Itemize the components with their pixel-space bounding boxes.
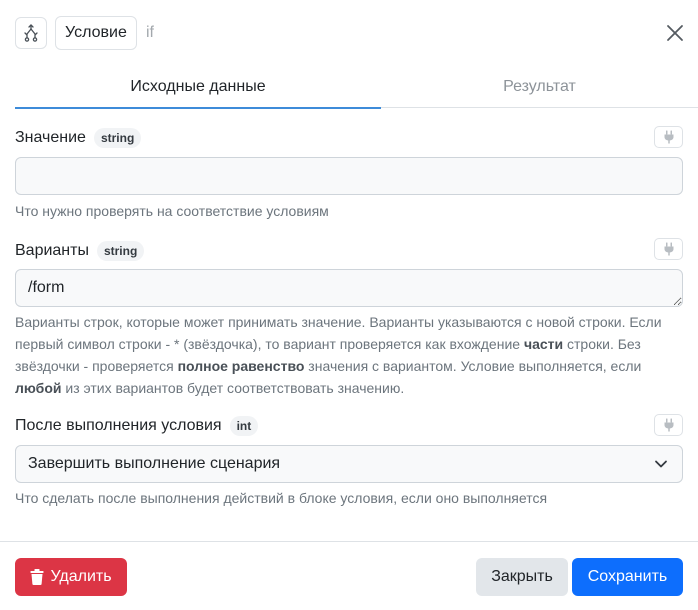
chevron-down-icon	[655, 460, 667, 468]
footer-divider	[0, 541, 698, 542]
value-field-label: Значение string	[15, 128, 142, 148]
plug-icon[interactable]	[654, 414, 683, 436]
close-button[interactable]: Закрыть	[476, 558, 568, 596]
node-tag: if	[146, 24, 154, 41]
delete-label: Удалить	[50, 568, 112, 585]
modal-header: Условие if	[0, 0, 698, 66]
after-label-text: После выполнения условия	[15, 417, 222, 434]
type-badge: string	[93, 128, 142, 148]
trash-icon	[30, 569, 44, 585]
plug-icon[interactable]	[654, 238, 683, 260]
variants-help: Варианты строк, которые может принимать …	[15, 314, 662, 396]
tab-result[interactable]: Результат	[381, 66, 698, 108]
type-badge: int	[229, 416, 259, 436]
after-field-label: После выполнения условия int	[15, 416, 259, 436]
delete-button[interactable]: Удалить	[15, 558, 127, 596]
tab-input-data[interactable]: Исходные данные	[15, 66, 381, 109]
value-label-text: Значение	[15, 129, 86, 146]
after-select[interactable]: Завершить выполнение сценария	[15, 445, 683, 483]
value-help: Что нужно проверять на соответствие усло…	[15, 203, 329, 219]
merge-branch-icon	[15, 17, 47, 49]
variants-field-label: Варианты string	[15, 241, 145, 261]
after-help: Что сделать после выполнения действий в …	[15, 490, 548, 506]
node-title[interactable]: Условие	[55, 16, 137, 50]
type-badge: string	[96, 241, 145, 261]
plug-icon[interactable]	[654, 126, 683, 148]
save-button[interactable]: Сохранить	[572, 558, 683, 596]
after-selected-value: Завершить выполнение сценария	[28, 455, 281, 472]
tabs: Исходные данные Результат	[15, 66, 698, 109]
variants-label-text: Варианты	[15, 242, 89, 259]
variants-textarea[interactable]: /form	[15, 269, 683, 307]
close-icon[interactable]	[664, 22, 686, 44]
value-input[interactable]	[15, 157, 683, 195]
